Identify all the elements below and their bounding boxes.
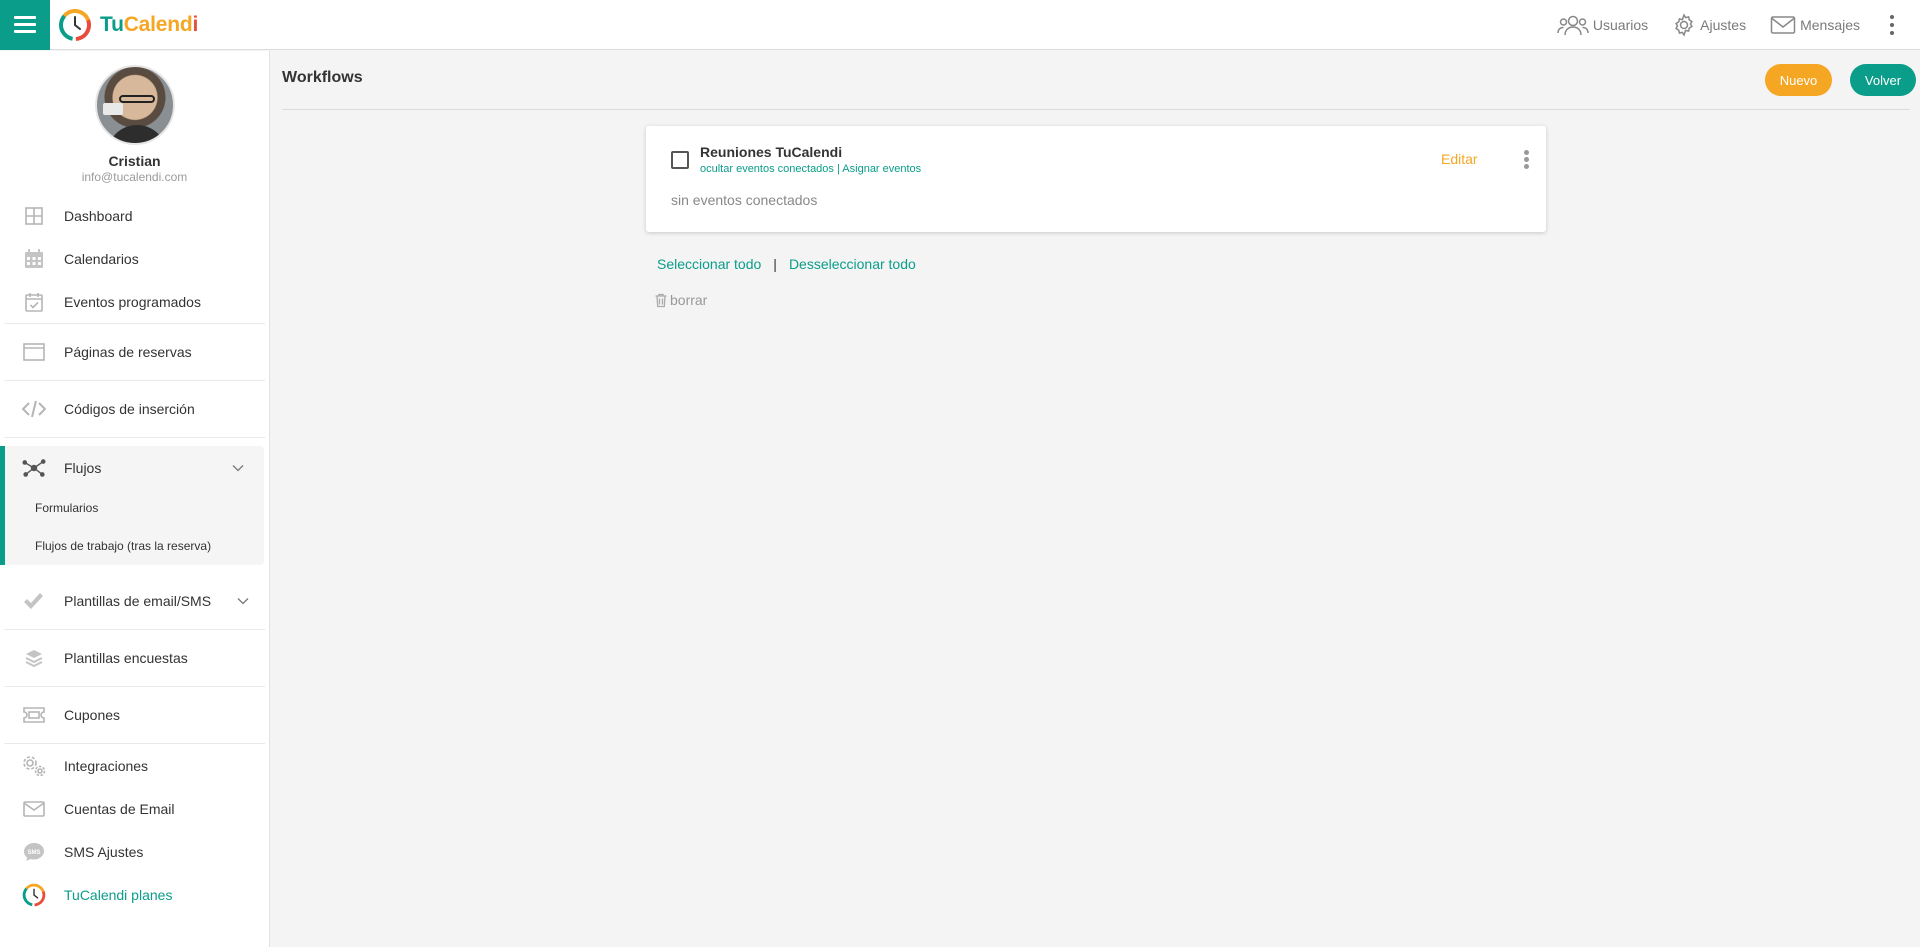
mensajes-link[interactable]: Mensajes <box>1770 14 1860 36</box>
workflow-title: Reuniones TuCalendi <box>700 144 843 160</box>
envelope-icon <box>22 797 46 821</box>
sidebar-item-cupones[interactable]: Cupones <box>0 687 269 743</box>
delete-label: borrar <box>670 292 708 308</box>
select-separator: | <box>773 256 777 272</box>
profile-email: info@tucalendi.com <box>81 170 188 184</box>
deselect-all-link[interactable]: Desseleccionar todo <box>789 256 916 272</box>
back-button[interactable]: Volver <box>1850 64 1916 96</box>
sidebar-item-integraciones[interactable]: Integraciones <box>0 744 269 787</box>
workflow-more-icon[interactable] <box>1524 149 1529 170</box>
more-options-icon[interactable] <box>1884 13 1900 37</box>
sidebar-item-sms-ajustes[interactable]: SMS SMS Ajustes <box>0 830 269 873</box>
network-icon <box>22 456 46 480</box>
gears-icon <box>22 754 46 778</box>
sidebar-item-label: Cupones <box>64 707 121 723</box>
ticket-icon <box>22 703 46 727</box>
sidebar-item-label: Eventos programados <box>64 293 201 310</box>
svg-text:SMS: SMS <box>27 850 40 856</box>
sidebar-item-cuentas-de-email[interactable]: Cuentas de Email <box>0 787 269 830</box>
layers-icon <box>22 646 46 670</box>
link-separator: | <box>836 163 840 175</box>
browser-window-icon <box>22 340 46 364</box>
ajustes-link[interactable]: Ajustes <box>1672 12 1747 37</box>
page-header: Workflows Nuevo Volver <box>282 51 1916 110</box>
sidebar-item-label: SMS Ajustes <box>64 843 144 860</box>
sidebar-subitem-formularios[interactable]: Formularios <box>5 489 264 527</box>
sidebar-item-paginas-de-reservas[interactable]: Páginas de reservas <box>0 324 269 380</box>
usuarios-link[interactable]: Usuarios <box>1557 13 1648 37</box>
sidebar-item-label: Flujos <box>64 459 102 476</box>
sidebar-item-tucalendi-planes[interactable]: TuCalendi planes <box>0 873 269 916</box>
main-content: Workflows Nuevo Volver Reuniones TuCalen… <box>271 51 1920 947</box>
select-all-link[interactable]: Seleccionar todo <box>657 256 761 272</box>
profile-name: Cristian <box>108 153 161 169</box>
sidebar-item-label: Plantillas de email/SMS <box>64 593 212 609</box>
sidebar-subitem-label: Formularios <box>35 501 99 515</box>
dashboard-icon <box>22 204 46 228</box>
sidebar-item-calendarios[interactable]: Calendarios <box>0 237 269 280</box>
mensajes-label: Mensajes <box>1800 16 1860 33</box>
assign-events-link[interactable]: Asignar eventos <box>842 163 921 175</box>
edit-link[interactable]: Editar <box>1441 151 1478 167</box>
workflow-card: Reuniones TuCalendi ocultar eventos cone… <box>646 126 1546 232</box>
sidebar: Cristian info@tucalendi.com Dashboard Ca… <box>0 51 270 947</box>
delete-button[interactable]: borrar <box>654 292 707 308</box>
sidebar-subitem-label: Flujos de trabajo (tras la reserva) <box>35 539 212 553</box>
calendar-icon <box>22 247 46 271</box>
bulk-select-row: Seleccionar todo | Desseleccionar todo <box>657 256 916 272</box>
sidebar-item-label: Dashboard <box>64 207 133 224</box>
users-icon <box>1557 15 1589 35</box>
sidebar-item-label: Códigos de inserción <box>64 401 195 417</box>
sidebar-group-flujos: Flujos Formularios Flujos de trabajo (tr… <box>0 446 264 565</box>
sidebar-subitem-flujos-de-trabajo[interactable]: Flujos de trabajo (tras la reserva) <box>5 527 264 565</box>
hamburger-menu-button[interactable] <box>0 0 50 50</box>
sms-bubble-icon: SMS <box>22 840 46 864</box>
chevron-down-icon <box>232 464 244 471</box>
sidebar-item-eventos-programados[interactable]: Eventos programados <box>0 280 269 323</box>
trash-icon <box>655 293 667 307</box>
sidebar-item-label: Cuentas de Email <box>64 800 175 817</box>
new-button[interactable]: Nuevo <box>1765 64 1832 96</box>
sidebar-nav: Dashboard Calendarios Eventos programado… <box>0 194 269 916</box>
hamburger-icon <box>14 15 36 34</box>
chevron-down-icon <box>237 598 249 605</box>
sidebar-item-codigos-de-insercion[interactable]: Códigos de inserción <box>0 381 269 437</box>
workflow-checkbox[interactable] <box>671 151 689 169</box>
sidebar-item-plantillas-encuestas[interactable]: Plantillas encuestas <box>0 630 269 686</box>
ajustes-label: Ajustes <box>1700 16 1747 33</box>
avatar[interactable] <box>94 65 175 145</box>
tucalendi-logo-icon <box>22 883 46 907</box>
sidebar-item-dashboard[interactable]: Dashboard <box>0 194 269 237</box>
sidebar-item-label: Calendarios <box>64 250 139 267</box>
sidebar-item-plantillas-email-sms[interactable]: Plantillas de email/SMS <box>0 573 269 629</box>
envelope-icon <box>1770 15 1796 34</box>
sidebar-item-label: Páginas de reservas <box>64 344 192 360</box>
hide-connected-events-link[interactable]: ocultar eventos conectados <box>700 163 834 175</box>
page-title: Workflows <box>282 69 363 86</box>
brand-name: TuCalendi <box>100 12 199 36</box>
code-icon <box>22 397 46 421</box>
no-events-text: sin eventos conectados <box>671 192 818 208</box>
sidebar-item-label: Integraciones <box>64 757 149 774</box>
double-check-icon <box>22 589 46 613</box>
workflow-links: ocultar eventos conectados | Asignar eve… <box>700 163 921 175</box>
user-profile: Cristian info@tucalendi.com <box>0 51 269 194</box>
tucalendi-logo-icon <box>59 8 91 41</box>
sidebar-item-flujos[interactable]: Flujos <box>5 446 264 489</box>
calendar-check-icon <box>22 290 46 314</box>
divider <box>4 437 265 438</box>
sidebar-item-label: TuCalendi planes <box>64 886 173 903</box>
top-bar: TuCalendi Usuarios Ajustes Mensajes <box>0 0 1920 50</box>
sidebar-item-label: Plantillas encuestas <box>64 650 188 666</box>
app-logo[interactable]: TuCalendi <box>58 8 198 42</box>
gear-icon <box>1675 12 1694 37</box>
usuarios-label: Usuarios <box>1592 16 1649 33</box>
